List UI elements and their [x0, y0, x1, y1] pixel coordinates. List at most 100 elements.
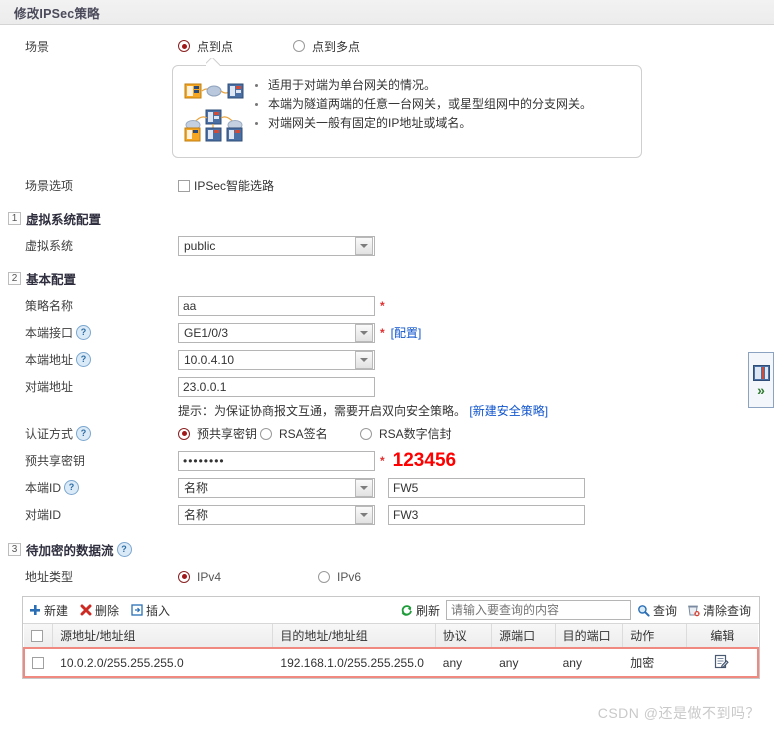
new-security-policy-link[interactable]: [新建安全策略]: [469, 404, 548, 418]
local-id-type-select[interactable]: 名称: [178, 477, 375, 498]
local-id-type-value: 名称: [184, 481, 209, 495]
section-number: 1: [8, 212, 21, 225]
side-flyout-tab[interactable]: »: [748, 352, 774, 408]
section-title: 基本配置: [26, 273, 77, 287]
edit-button[interactable]: [714, 654, 730, 672]
scene-info-callout-wrapper: 适用于对端为单台网关的情况。 本端为隧道两端的任意一台网关，或星型组网中的分支网…: [172, 65, 642, 158]
chevron-down-icon: [355, 323, 373, 342]
column-header-sport[interactable]: 源端口: [491, 624, 556, 649]
security-policy-hint: 提示：为保证协商报文互通，需要开启双向安全策略。 [新建安全策略]: [178, 400, 774, 420]
auth-radio-rsa-sign[interactable]: RSA签名: [260, 425, 360, 442]
column-header-proto[interactable]: 协议: [435, 624, 493, 649]
required-asterisk: *: [380, 325, 385, 340]
clear-query-icon: [688, 605, 700, 616]
row-checkbox[interactable]: [32, 657, 44, 670]
radio-dot-unselected: [360, 427, 372, 440]
cell-dst: 192.168.1.0/255.255.255.0: [272, 647, 436, 678]
radio-dot-unselected: [318, 570, 330, 583]
auth-method-label: 认证方式 ?: [0, 425, 178, 442]
address-type-row: 地址类型 IPv4 IPv6: [0, 563, 774, 590]
psk-input[interactable]: [178, 450, 375, 471]
cell-dport: any: [555, 647, 623, 678]
psk-annotation: 123456: [392, 449, 457, 471]
clear-query-button-label: 清除查询: [702, 603, 751, 618]
search-input[interactable]: [445, 600, 631, 620]
expand-chevron-icon[interactable]: »: [757, 383, 765, 397]
scene-row: 场景 点到点 点到多点: [0, 33, 774, 59]
auth-radio-psk-label: 预共享密钥: [197, 427, 258, 441]
policy-name-input[interactable]: [178, 295, 375, 316]
help-icon[interactable]: ?: [76, 325, 92, 340]
peer-address-row: 对端地址: [0, 373, 774, 400]
cell-proto: any: [435, 647, 492, 678]
peer-address-label: 对端地址: [25, 380, 74, 394]
local-address-select[interactable]: 10.0.4.10: [178, 349, 375, 370]
chevron-down-icon: [355, 505, 373, 524]
local-interface-label-text: 本端接口: [25, 326, 74, 340]
table-row[interactable]: 10.0.2.0/255.255.255.0 192.168.1.0/255.2…: [23, 647, 759, 678]
refresh-button[interactable]: 刷新: [400, 602, 440, 619]
select-all-checkbox[interactable]: [31, 630, 43, 643]
help-icon[interactable]: ?: [76, 426, 92, 441]
vsys-row: 虚拟系统 public: [0, 232, 774, 259]
local-id-label-text: 本端ID: [25, 481, 62, 495]
vsys-select[interactable]: public: [178, 235, 375, 256]
insert-button[interactable]: 插入: [131, 602, 170, 619]
flow-table: 源地址/地址组 目的地址/地址组 协议 源端口 目的端口 动作 编辑 10.0.…: [23, 624, 759, 678]
window-titlebar: 修改IPSec策略: [0, 0, 774, 25]
topology-illustration: [183, 76, 245, 147]
clear-query-button[interactable]: 清除查询: [687, 602, 751, 619]
policy-name-label: 策略名称: [25, 299, 74, 313]
help-icon[interactable]: ?: [76, 352, 92, 367]
column-header-action[interactable]: 动作: [622, 624, 687, 649]
section-title: 待加密的数据流: [26, 544, 114, 558]
flow-table-panel: 新建 删除 插入 刷新 请输入要查询的内容 查询 清除查询 源地址/地址组 目的…: [22, 596, 760, 679]
select-all-header: [24, 624, 53, 649]
cell-src: 10.0.2.0/255.255.255.0: [52, 647, 273, 678]
auth-radio-rsa-sign-label: RSA签名: [279, 427, 328, 441]
local-address-row: 本端地址 ? 10.0.4.10: [0, 346, 774, 373]
search-icon: [638, 604, 650, 617]
scene-radio-p2p[interactable]: 点到点: [178, 38, 293, 55]
peer-address-input[interactable]: [178, 376, 375, 397]
address-type-label: 地址类型: [25, 570, 74, 584]
help-icon[interactable]: ?: [116, 542, 132, 557]
column-header-edit: 编辑: [686, 624, 758, 649]
refresh-icon: [401, 604, 412, 616]
radio-dot-unselected: [260, 427, 272, 440]
query-button[interactable]: 查询: [637, 602, 677, 619]
required-asterisk: *: [380, 298, 385, 313]
section-number: 2: [8, 272, 21, 285]
new-button[interactable]: 新建: [29, 602, 68, 619]
section-header-vsys: 1 虚拟系统配置: [8, 209, 774, 228]
peer-id-input[interactable]: [388, 504, 585, 525]
query-button-label: 查询: [652, 603, 677, 618]
column-header-dst[interactable]: 目的地址/地址组: [272, 624, 436, 649]
new-button-label: 新建: [44, 603, 69, 618]
scene-option-label: 场景选项: [25, 179, 74, 193]
auth-radio-psk[interactable]: 预共享密钥: [178, 425, 260, 442]
callout-bullet-2: 本端为隧道两端的任意一台网关，或星型组网中的分支网关。: [255, 95, 629, 114]
scene-radio-p2mp-label: 点到多点: [312, 39, 361, 54]
address-type-radio-ipv4[interactable]: IPv4: [178, 570, 318, 584]
local-address-select-value: 10.0.4.10: [184, 352, 235, 367]
local-id-input[interactable]: [388, 477, 585, 498]
auth-radio-rsa-envelope[interactable]: RSA数字信封: [360, 425, 452, 442]
psk-label: 预共享密钥: [25, 454, 86, 468]
column-header-src[interactable]: 源地址/地址组: [52, 624, 274, 649]
local-interface-select-value: GE1/0/3: [184, 325, 229, 340]
configure-link[interactable]: [配置]: [391, 324, 422, 341]
vsys-label: 虚拟系统: [25, 239, 74, 253]
ipsec-smart-route-checkbox[interactable]: IPSec智能选路: [178, 177, 274, 194]
chevron-down-icon: [355, 478, 373, 497]
cell-edit: [686, 647, 759, 678]
local-interface-select[interactable]: GE1/0/3: [178, 322, 375, 343]
column-header-dport[interactable]: 目的端口: [555, 624, 624, 649]
watermark: CSDN @还是做不到吗？: [597, 705, 760, 721]
address-type-radio-ipv6[interactable]: IPv6: [318, 570, 361, 584]
callout-notch: [206, 58, 220, 66]
peer-id-type-select[interactable]: 名称: [178, 504, 375, 525]
scene-radio-p2mp[interactable]: 点到多点: [293, 38, 360, 55]
delete-button[interactable]: 删除: [80, 602, 119, 619]
help-icon[interactable]: ?: [64, 480, 80, 495]
